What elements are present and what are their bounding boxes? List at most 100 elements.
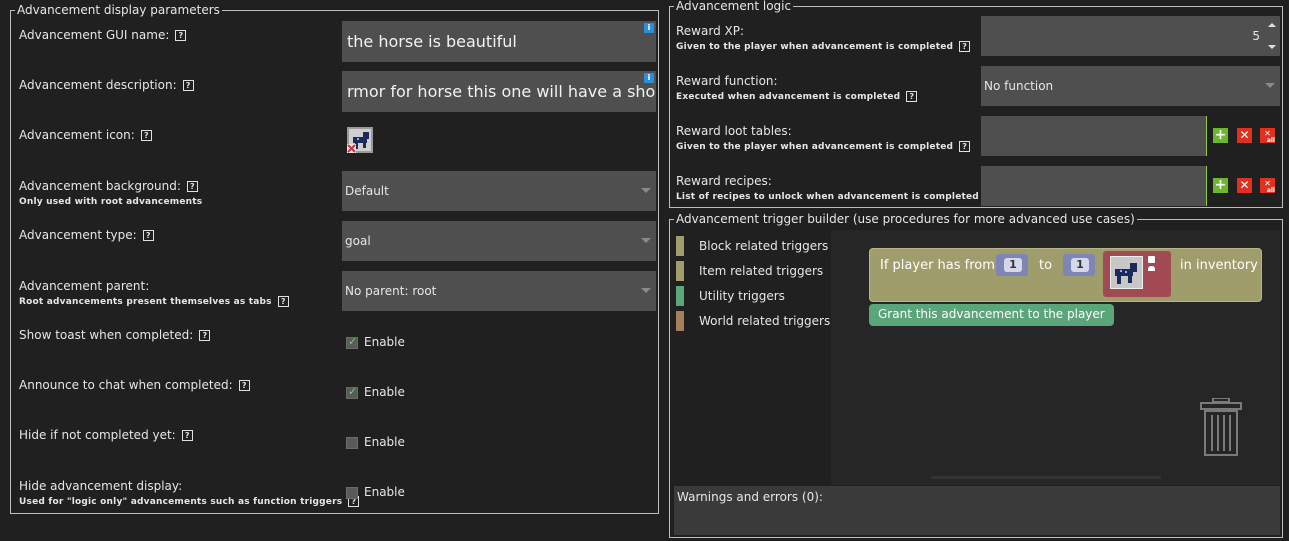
trigger-builder-panel: Advancement trigger builder (use procedu… [669,212,1283,538]
remove-all-loot-icon[interactable]: ✕ all [1260,128,1275,144]
type-label-text: Advancement type: [19,228,137,242]
reward-recipes-label-text: Reward recipes: [676,174,772,188]
help-icon[interactable]: ? [199,330,211,341]
category-label: Block related triggers [699,239,829,253]
hide-not-completed-enable-label: Enable [364,435,405,449]
reward-function-sublabel: Executed when advancement is completed? [676,90,918,104]
trash-icon[interactable] [1199,398,1243,456]
category-color-swatch [676,311,684,331]
checkbox-box[interactable] [346,385,358,399]
item-selector-block[interactable] [1103,251,1171,297]
spinner-up-icon[interactable] [1268,23,1276,27]
reward-recipes-sublabel: List of recipes to unlock when advanceme… [676,190,996,204]
block-prefix-text: If player has from [880,258,995,273]
to-number-value[interactable]: 1 [1071,258,1089,272]
parent-value: No parent: root [345,284,437,298]
hide-not-completed-checkbox[interactable]: Enable [346,435,405,449]
info-icon[interactable]: i [644,23,654,33]
parent-sublabel: Root advancements present themselves as … [19,295,289,309]
hide-display-enable-label: Enable [364,485,405,499]
item-filter-icon[interactable] [1148,266,1155,271]
checkbox-box[interactable] [346,436,358,449]
parent-sublabel-text: Root advancements present themselves as … [19,297,272,307]
reward-function-value: No function [984,79,1054,93]
hide-display-sublabel-text: Used for "logic only" advancements such … [19,497,343,507]
parent-select[interactable]: No parent: root [342,271,656,311]
category-color-swatch [676,286,684,306]
announce-chat-checkbox[interactable]: Enable [346,385,405,399]
block-to-text: to [1039,258,1053,273]
help-icon[interactable]: ? [175,30,187,41]
checkbox-box[interactable] [346,486,358,499]
description-label-text: Advancement description: [19,78,177,92]
show-toast-enable-label: Enable [364,335,405,349]
reward-loot-label: Reward loot tables: Given to the player … [676,124,971,154]
spinner-down-icon[interactable] [1268,45,1276,49]
remove-all-small-label: all [1266,187,1275,194]
announce-chat-label: Announce to chat when completed:? [19,378,250,392]
help-icon[interactable]: ? [181,430,193,441]
block-suffix-text: in inventory [1180,258,1258,273]
type-select[interactable]: goal [342,221,656,261]
help-icon[interactable]: ? [142,230,154,241]
inventory-trigger-block[interactable]: If player has from 1 to 1 in inventory [869,248,1262,302]
help-icon[interactable]: ? [182,80,194,91]
remove-all-recipes-icon[interactable]: ✕ all [1260,178,1275,194]
help-icon[interactable]: ? [140,130,152,141]
from-number-value[interactable]: 1 [1004,258,1022,272]
hide-not-completed-label-text: Hide if not completed yet: [19,428,176,442]
workspace-scrollbar[interactable] [931,476,1161,479]
reward-function-select[interactable]: No function [981,66,1280,106]
chevron-down-icon [1265,83,1275,88]
gui-name-input[interactable]: the horse is beautiful i [342,21,656,62]
display-parameters-panel: Advancement display parameters Advanceme… [10,3,659,514]
announce-chat-label-text: Announce to chat when completed: [19,378,233,392]
blockly-workspace[interactable]: If player has from 1 to 1 in inventory G… [831,230,1280,485]
help-icon[interactable]: ? [186,181,198,192]
reward-loot-sublabel-text: Given to the player when advancement is … [676,142,954,152]
checkbox-box[interactable] [346,335,358,349]
category-label: Utility triggers [699,289,785,303]
show-toast-checkbox[interactable]: Enable [346,335,405,349]
reward-loot-list[interactable] [981,116,1207,156]
description-input[interactable]: rmor for horse this one will have a shor… [342,71,656,112]
advancement-icon-picker[interactable] [347,127,373,153]
help-icon[interactable]: ? [238,380,250,391]
category-color-swatch [676,236,684,256]
from-number-block[interactable]: 1 [996,254,1028,276]
add-recipe-icon[interactable]: + [1213,178,1228,193]
help-icon[interactable]: ? [959,41,971,52]
remove-recipe-icon[interactable]: ✕ [1237,178,1252,193]
reward-xp-sublabel: Given to the player when advancement is … [676,40,971,54]
chevron-down-icon [641,288,651,293]
chevron-down-icon [641,188,651,193]
reward-xp-spinner[interactable]: 5 [981,16,1280,56]
icon-label: Advancement icon:? [19,128,152,142]
add-loot-icon[interactable]: + [1213,128,1228,143]
reward-xp-value: 5 [1252,29,1260,43]
type-value: goal [345,234,371,248]
warnings-panel: Warnings and errors (0): [674,486,1280,535]
help-icon[interactable]: ? [277,296,289,307]
item-slot[interactable] [1110,256,1143,289]
help-icon[interactable]: ? [959,141,971,152]
item-tag-icon[interactable] [1148,256,1155,263]
remove-loot-icon[interactable]: ✕ [1237,128,1252,143]
hide-display-checkbox[interactable]: Enable [346,485,405,499]
background-select[interactable]: Default [342,171,656,211]
parent-label: Advancement parent: Root advancements pr… [19,279,289,309]
grant-advancement-block[interactable]: Grant this advancement to the player [869,304,1114,326]
reward-xp-label-text: Reward XP: [676,24,745,38]
show-toast-label-text: Show toast when completed: [19,328,194,342]
description-label: Advancement description:? [19,78,194,92]
reward-recipes-list[interactable] [981,166,1207,206]
help-icon[interactable]: ? [906,91,918,102]
info-icon[interactable]: i [644,73,654,83]
category-label: Item related triggers [699,264,824,278]
background-label-text: Advancement background: [19,179,181,193]
warnings-text: Warnings and errors (0): [677,490,823,504]
hide-display-sublabel: Used for "logic only" advancements such … [19,495,360,509]
to-number-block[interactable]: 1 [1063,254,1095,276]
grant-advancement-text: Grant this advancement to the player [878,307,1105,321]
trigger-builder-title: Advancement trigger builder (use procedu… [674,212,1137,226]
